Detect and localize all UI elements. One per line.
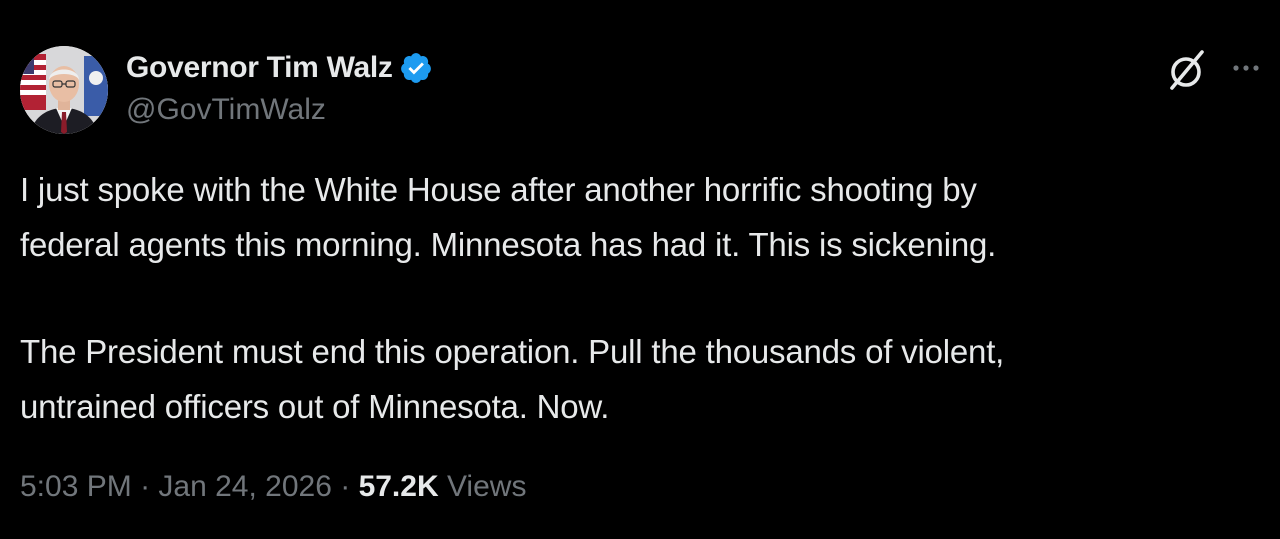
tweet-time[interactable]: 5:03 PM — [20, 470, 132, 503]
avatar[interactable] — [20, 46, 108, 134]
author-name-row: Governor Tim Walz — [126, 50, 433, 86]
more-options-icon[interactable] — [1226, 52, 1266, 84]
tweet-text-line: I just spoke with the White House after … — [20, 171, 977, 208]
tweet: Governor Tim Walz @GovTimWalz I just spo… — [0, 0, 1280, 539]
author-handle[interactable]: @GovTimWalz — [126, 93, 326, 127]
author-display-name[interactable]: Governor Tim Walz — [126, 51, 393, 85]
tweet-meta: 5:03 PM · Jan 24, 2026 · 57.2K Views — [20, 470, 526, 504]
tweet-text-line: untrained officers out of Minnesota. Now… — [20, 388, 610, 425]
tweet-date[interactable]: Jan 24, 2026 — [158, 470, 331, 503]
views-label: Views — [446, 470, 527, 503]
views-count[interactable]: 57.2K — [359, 470, 439, 503]
meta-separator: · — [331, 470, 359, 503]
avatar-portrait-icon — [20, 46, 108, 134]
meta-separator: · — [131, 470, 159, 503]
tweet-text-line: The President must end this operation. P… — [20, 333, 1005, 370]
verified-badge-icon — [399, 51, 433, 85]
tweet-text: I just spoke with the White House after … — [20, 162, 1260, 434]
tweet-text-line: federal agents this morning. Minnesota h… — [20, 226, 997, 263]
grok-icon[interactable] — [1164, 46, 1212, 94]
